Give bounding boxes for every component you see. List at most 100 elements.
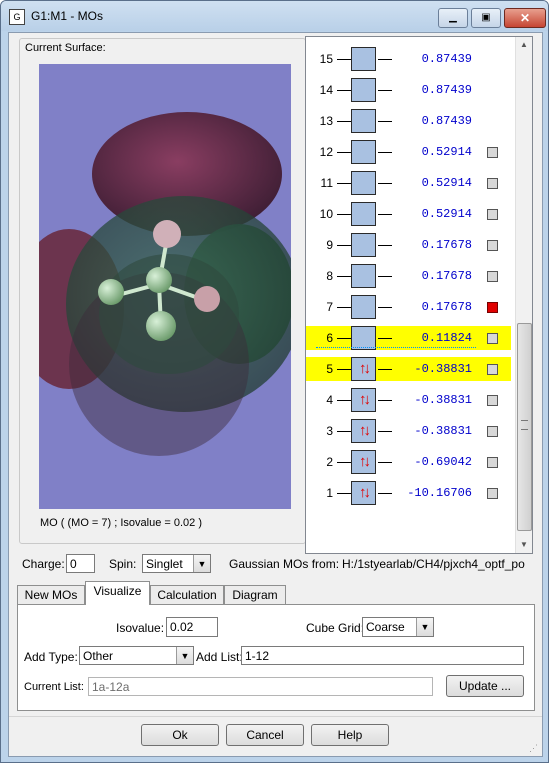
resize-grip-icon[interactable]: ⋰ [529,743,539,753]
mo-row[interactable]: 7 0.17678 [306,295,511,319]
level-line [337,152,351,153]
tab-diagram[interactable]: Diagram [224,585,286,605]
scroll-thumb[interactable] [517,323,532,531]
mo-level-box[interactable] [351,78,376,102]
add-type-label: Add Type: [24,650,78,664]
mo-row[interactable]: 9 0.17678 [306,233,511,257]
spin-value: Singlet [146,557,183,571]
level-line [378,462,392,463]
mo-level-box[interactable] [351,140,376,164]
mo-energy: 0.52914 [421,145,472,159]
cube-grid-select[interactable]: Coarse ▼ [362,617,434,637]
maximize-button[interactable]: ▣ [471,8,501,28]
minimize-button[interactable]: ▁ [438,8,468,28]
mo-select-checkbox[interactable] [487,395,498,406]
current-surface-label: Current Surface: [25,42,106,54]
mo-number: 12 [319,145,333,159]
mo-energy: 0.17678 [421,300,472,314]
mo-select-checkbox[interactable] [487,488,498,499]
mo-level-box[interactable] [351,109,376,133]
chevron-down-icon[interactable]: ▼ [416,618,433,636]
mo-select-checkbox[interactable] [487,147,498,158]
electron-pair-icon: ↑↓ [359,484,371,501]
mo-level-box[interactable] [351,264,376,288]
charge-input[interactable]: 0 [66,554,95,573]
level-line [378,121,392,122]
mo-list-scrollbar[interactable]: ▲ ▼ [515,37,532,553]
level-line [378,276,392,277]
mo-level-box[interactable]: ↑↓ [351,481,376,505]
mo-energy: -0.38831 [414,362,472,376]
charge-label: Charge: [22,557,65,571]
mo-row[interactable]: 12 0.52914 [306,140,511,164]
level-line [378,369,392,370]
mo-select-checkbox[interactable] [487,271,498,282]
mo-row[interactable]: 10 0.52914 [306,202,511,226]
mo-level-box[interactable] [351,47,376,71]
tab-calculation[interactable]: Calculation [150,585,224,605]
mo-level-box[interactable]: ↑↓ [351,357,376,381]
mo-energy: 0.87439 [421,83,472,97]
mo-row[interactable]: 11 0.52914 [306,171,511,195]
isovalue-input[interactable]: 0.02 [166,617,218,637]
add-list-input[interactable]: 1-12 [241,646,524,665]
mo-select-checkbox[interactable] [487,209,498,220]
title-bar[interactable]: G G1:M1 - MOs ▁ ▣ ✕ [1,1,548,31]
level-line [378,59,392,60]
level-line [337,369,351,370]
mo-number: 11 [320,176,333,190]
level-line [337,245,351,246]
mo-row[interactable]: 14 0.87439 [306,78,511,102]
level-line [337,214,351,215]
mo-row[interactable]: 3 ↑↓ -0.38831 [306,419,511,443]
mo-row[interactable]: 2 ↑↓ -0.69042 [306,450,511,474]
mo-number: 9 [326,238,333,252]
mo-row[interactable]: 1 ↑↓ -10.16706 [306,481,511,505]
mo-level-box[interactable]: ↑↓ [351,388,376,412]
mo-select-checkbox[interactable] [487,240,498,251]
level-line [378,90,392,91]
mo-select-checkbox[interactable] [487,426,498,437]
ok-button[interactable]: Ok [141,724,219,746]
close-button[interactable]: ✕ [504,8,546,28]
scroll-down-icon[interactable]: ▼ [518,539,530,551]
mo-row[interactable]: 5 ↑↓ -0.38831 [306,357,511,381]
mo-energy: 0.17678 [421,269,472,283]
mo-select-checkbox[interactable] [487,178,498,189]
surface-viewport[interactable] [39,64,291,509]
mo-level-box[interactable] [351,171,376,195]
mo-level-box[interactable] [351,233,376,257]
source-path: H:/1styearlab/CH4/pjxch4_optf_po [342,557,525,571]
scroll-up-icon[interactable]: ▲ [518,39,530,51]
mo-energy: -0.38831 [414,424,472,438]
mo-select-checkbox[interactable] [487,364,498,375]
mo-energy: 0.11824 [421,331,472,345]
mo-level-box[interactable]: ↑↓ [351,419,376,443]
mo-level-box[interactable]: ↑↓ [351,450,376,474]
chevron-down-icon[interactable]: ▼ [193,555,210,572]
add-list-label: Add List: [196,650,243,664]
update-button[interactable]: Update ... [446,675,524,697]
mo-select-checkbox[interactable] [487,457,498,468]
mo-row[interactable]: 15 0.87439 [306,47,511,71]
mo-row[interactable]: 13 0.87439 [306,109,511,133]
level-line [378,183,392,184]
current-list-label: Current List: [24,681,84,693]
mo-level-box[interactable] [351,295,376,319]
mo-row[interactable]: 4 ↑↓ -0.38831 [306,388,511,412]
mo-select-checkbox[interactable] [487,333,498,344]
add-type-select[interactable]: Other ▼ [79,646,194,665]
mo-level-box[interactable] [351,202,376,226]
tab-new-mos[interactable]: New MOs [17,585,85,605]
spin-select[interactable]: Singlet ▼ [142,554,211,573]
help-button[interactable]: Help [311,724,389,746]
mo-select-checkbox[interactable] [487,302,498,313]
level-line [378,307,392,308]
tab-visualize[interactable]: Visualize [85,581,150,605]
mo-energy-list[interactable]: 15 0.87439 14 0.87439 13 0.87439 12 0.52914 11 0.… [305,36,533,554]
chevron-down-icon[interactable]: ▼ [176,647,193,664]
mo-energy: 0.17678 [421,238,472,252]
level-line [337,307,351,308]
cancel-button[interactable]: Cancel [226,724,304,746]
mo-row[interactable]: 8 0.17678 [306,264,511,288]
